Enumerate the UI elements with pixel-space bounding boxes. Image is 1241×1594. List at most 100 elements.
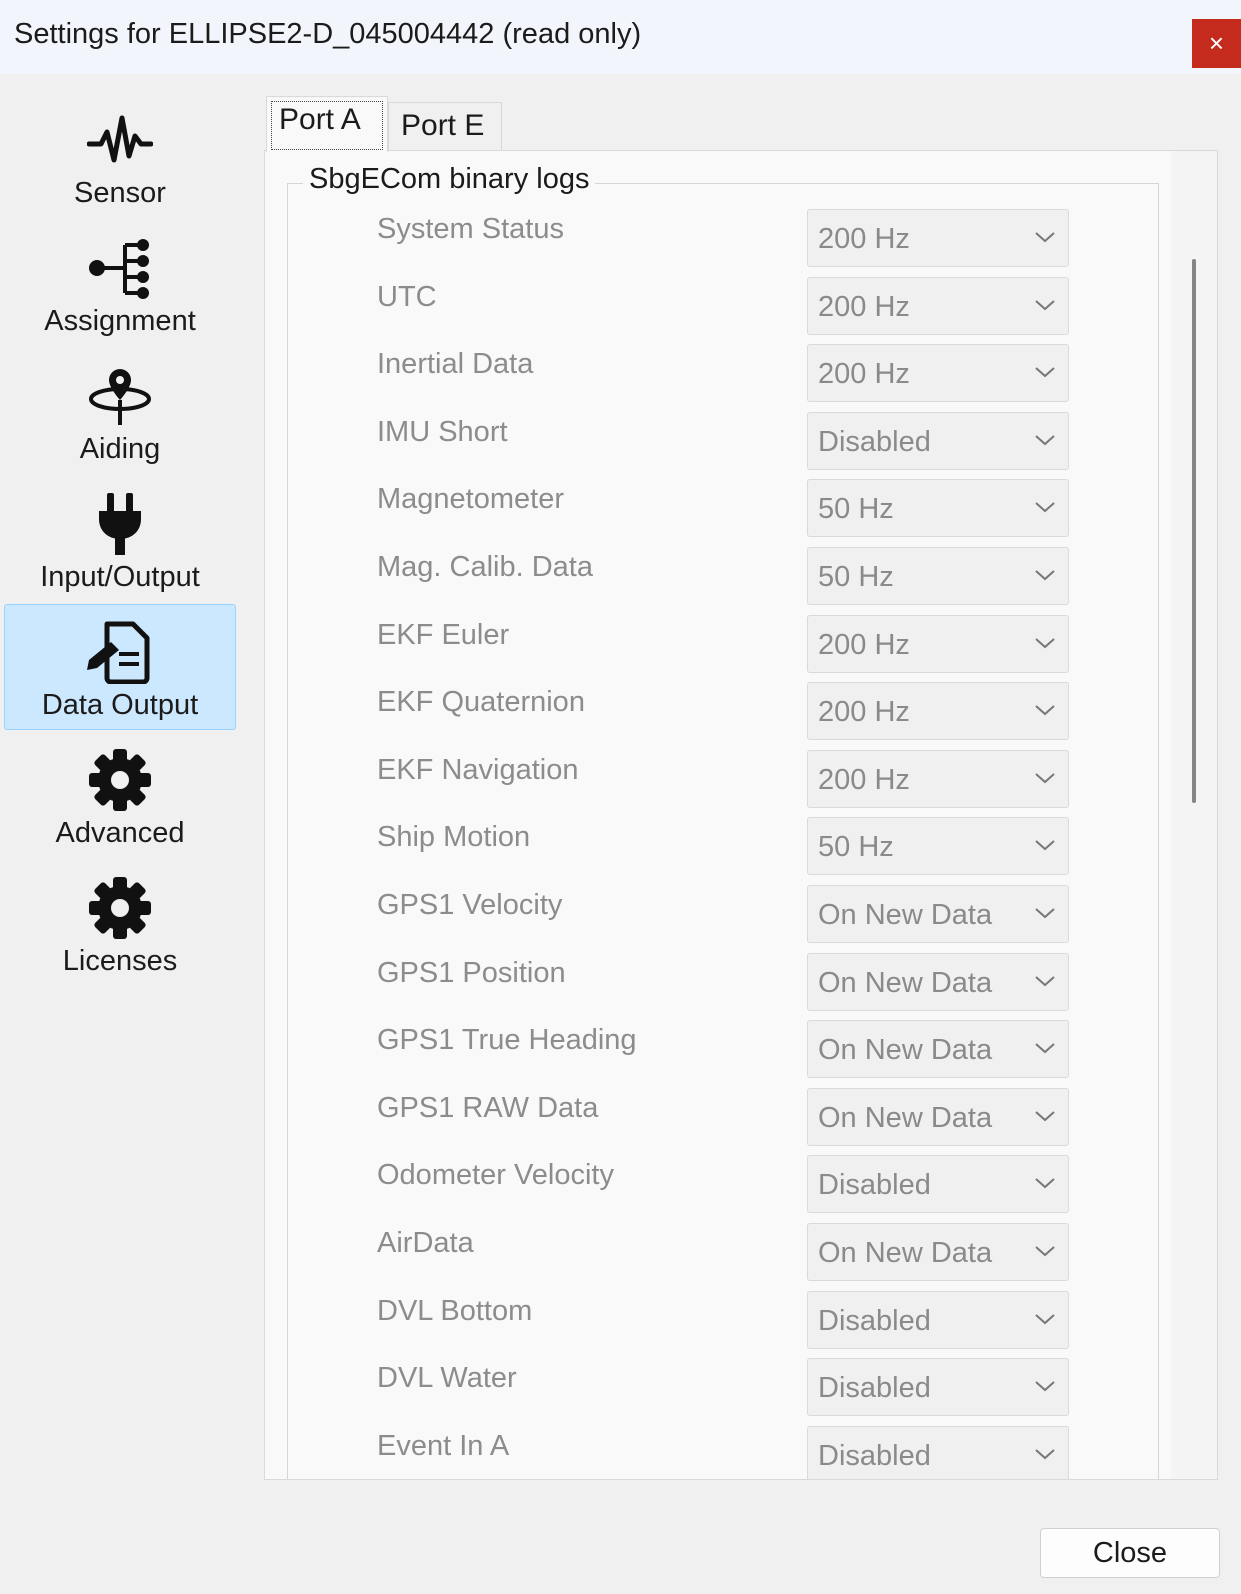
dropdown-value: On New Data [818,967,993,999]
log-label: Event In A [377,1430,510,1462]
tree-icon [5,233,235,303]
rate-dropdown[interactable]: 50 Hz [807,547,1069,605]
chevron-down-icon [1034,568,1056,587]
dropdown-value: 50 Hz [818,493,894,525]
chevron-down-icon [1034,703,1056,722]
log-label: Ship Motion [377,821,531,853]
dropdown-value: On New Data [818,899,993,931]
log-label: Magnetometer [377,483,564,515]
rate-dropdown[interactable]: 50 Hz [807,479,1069,537]
rate-dropdown[interactable]: On New Data [807,953,1069,1011]
window-close-button[interactable]: × [1192,19,1241,68]
chevron-down-icon [1034,1176,1056,1195]
log-label: GPS1 True Heading [377,1024,637,1056]
rate-dropdown[interactable]: 200 Hz [807,750,1069,808]
log-label: System Status [377,213,564,245]
dropdown-value: Disabled [818,1169,931,1201]
tab-focus-ring [271,101,383,150]
chevron-down-icon [1034,1244,1056,1263]
tab-pane-port-a: SbgECom binary logs System Status 200 Hz U… [264,150,1218,1480]
log-label: DVL Water [377,1362,517,1394]
rate-dropdown[interactable]: 50 Hz [807,817,1069,875]
log-label: EKF Quaternion [377,686,585,718]
waveform-icon [5,105,235,175]
title-bar: Settings for ELLIPSE2-D_045004442 (read … [0,0,1241,74]
gear-icon [5,745,235,815]
group-title: SbgECom binary logs [303,163,596,196]
chevron-down-icon [1034,500,1056,519]
log-label: IMU Short [377,416,508,448]
sidebar-item-input-output[interactable]: Input/Output [4,476,236,602]
sidebar-item-label: Input/Output [40,561,200,593]
chevron-down-icon [1034,1109,1056,1128]
rate-dropdown[interactable]: 200 Hz [807,682,1069,740]
rate-dropdown[interactable]: Disabled [807,1155,1069,1213]
log-label: GPS1 Position [377,957,566,989]
rate-dropdown[interactable]: 200 Hz [807,615,1069,673]
sidebar-item-sensor[interactable]: Sensor [4,92,236,218]
dropdown-value: 50 Hz [818,831,894,863]
rate-dropdown[interactable]: 200 Hz [807,209,1069,267]
close-button[interactable]: Close [1040,1528,1220,1578]
gear-icon [5,873,235,943]
dropdown-value: On New Data [818,1237,993,1269]
sidebar-item-data-output[interactable]: Data Output [4,604,236,730]
chevron-down-icon [1034,771,1056,790]
scrollbar-thumb[interactable] [1192,259,1196,803]
dropdown-value: On New Data [818,1102,993,1134]
window-title: Settings for ELLIPSE2-D_045004442 (read … [14,18,642,50]
dropdown-value: 200 Hz [818,764,910,796]
chevron-down-icon [1034,1041,1056,1060]
sidebar-item-label: Data Output [41,689,199,721]
chevron-down-icon [1034,1379,1056,1398]
rate-dropdown[interactable]: Disabled [807,412,1069,470]
log-label: AirData [377,1227,474,1259]
rate-dropdown[interactable]: On New Data [807,1088,1069,1146]
rate-dropdown[interactable]: Disabled [807,1426,1069,1479]
log-label: Odometer Velocity [377,1159,614,1191]
log-label: UTC [377,281,437,313]
log-label: GPS1 RAW Data [377,1092,599,1124]
sidebar-item-licenses[interactable]: Licenses [4,860,236,986]
dropdown-value: 200 Hz [818,291,910,323]
sidebar-item-label: Sensor [74,177,166,209]
dropdown-value: Disabled [818,426,931,458]
dropdown-value: 200 Hz [818,223,910,255]
log-label: Inertial Data [377,348,534,380]
rate-dropdown[interactable]: On New Data [807,1020,1069,1078]
chevron-down-icon [1034,298,1056,317]
sidebar-item-label: Advanced [55,817,185,849]
log-label: DVL Bottom [377,1295,533,1327]
chevron-down-icon [1034,1312,1056,1331]
chevron-down-icon [1034,365,1056,384]
tab-label: Port E [401,109,485,142]
sidebar-item-aiding[interactable]: Aiding [4,348,236,474]
chevron-down-icon [1034,636,1056,655]
tab-port-e[interactable]: Port E [388,102,502,152]
log-label: Mag. Calib. Data [377,551,593,583]
chevron-down-icon [1034,230,1056,249]
rate-dropdown[interactable]: Disabled [807,1291,1069,1349]
rate-dropdown[interactable]: 200 Hz [807,277,1069,335]
sidebar-item-label: Aiding [79,433,161,465]
tab-port-a[interactable]: Port A [266,96,388,152]
rate-dropdown[interactable]: 200 Hz [807,344,1069,402]
sidebar-item-assignment[interactable]: Assignment [4,220,236,346]
chevron-down-icon [1034,974,1056,993]
dropdown-value: 50 Hz [818,561,894,593]
sidebar-item-advanced[interactable]: Advanced [4,732,236,858]
plug-icon [5,489,235,559]
rate-dropdown[interactable]: On New Data [807,1223,1069,1281]
log-label: EKF Euler [377,619,510,651]
dropdown-value: Disabled [818,1372,931,1404]
dropdown-value: 200 Hz [818,629,910,661]
vertical-scrollbar[interactable] [1171,151,1217,1479]
dropdown-value: Disabled [818,1440,931,1472]
rate-dropdown[interactable]: On New Data [807,885,1069,943]
dropdown-value: 200 Hz [818,358,910,390]
sidebar-item-label: Assignment [44,305,196,337]
dropdown-value: Disabled [818,1305,931,1337]
rate-dropdown[interactable]: Disabled [807,1358,1069,1416]
chevron-down-icon [1034,906,1056,925]
dropdown-value: 200 Hz [818,696,910,728]
